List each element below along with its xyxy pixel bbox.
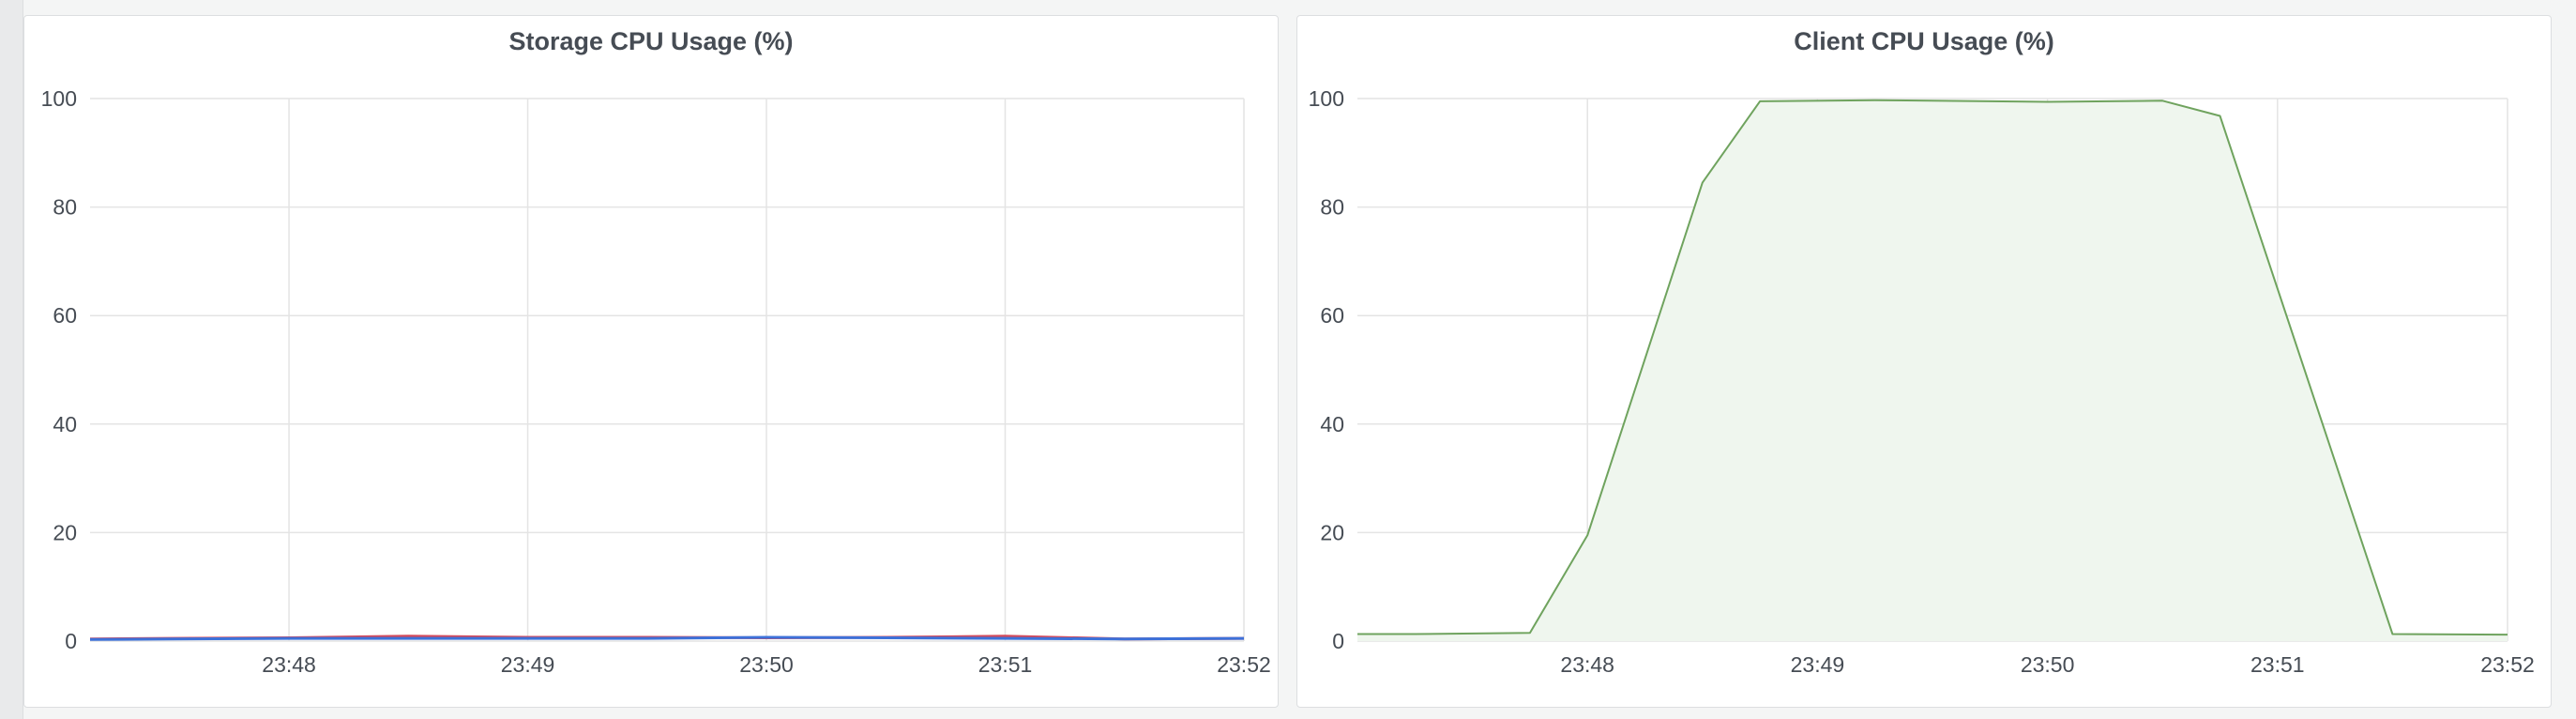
y-tick-label: 80 (53, 195, 77, 220)
y-tick-label: 20 (53, 520, 77, 544)
x-tick-label: 23:48 (1560, 652, 1614, 677)
series-area-fill (1357, 99, 2508, 641)
left-sidebar-strip (0, 0, 23, 719)
x-tick-label: 23:49 (501, 652, 555, 677)
y-tick-label: 40 (53, 412, 77, 436)
x-tick-label: 23:50 (2021, 652, 2075, 677)
storage-cpu-chart: 0 20 40 60 80 100 23:48 23:49 23:50 23:51 23:52 (41, 86, 1271, 677)
x-tick-label: 23:49 (1791, 652, 1845, 677)
y-tick-label: 0 (65, 629, 77, 653)
y-tick-label: 100 (1309, 86, 1344, 111)
x-tick-label: 23:50 (739, 652, 794, 677)
x-tick-label: 23:52 (2480, 652, 2535, 677)
x-tick-label: 23:48 (262, 652, 316, 677)
y-tick-label: 20 (1320, 520, 1344, 544)
y-tick-label: 60 (1320, 303, 1344, 328)
series-line-1 (89, 635, 1245, 641)
client-cpu-chart: 0 20 40 60 80 100 23:48 23:49 23:50 23:51 23:52 (1309, 86, 2535, 677)
x-tick-label: 23:51 (978, 652, 1033, 677)
y-tick-label: 40 (1320, 412, 1344, 436)
client-cpu-panel: Client CPU Usage (%) 0 20 40 60 80 100 23:48 23… (1296, 15, 2552, 708)
y-tick-label: 80 (1320, 195, 1344, 220)
storage-cpu-panel: Storage CPU Usage (%) 0 20 40 60 80 100 23:48 2… (23, 15, 1279, 708)
x-tick-label: 23:51 (2250, 652, 2305, 677)
y-tick-label: 100 (41, 86, 77, 111)
y-tick-label: 60 (53, 303, 77, 328)
y-tick-label: 0 (1332, 629, 1344, 653)
x-tick-label: 23:52 (1217, 652, 1271, 677)
